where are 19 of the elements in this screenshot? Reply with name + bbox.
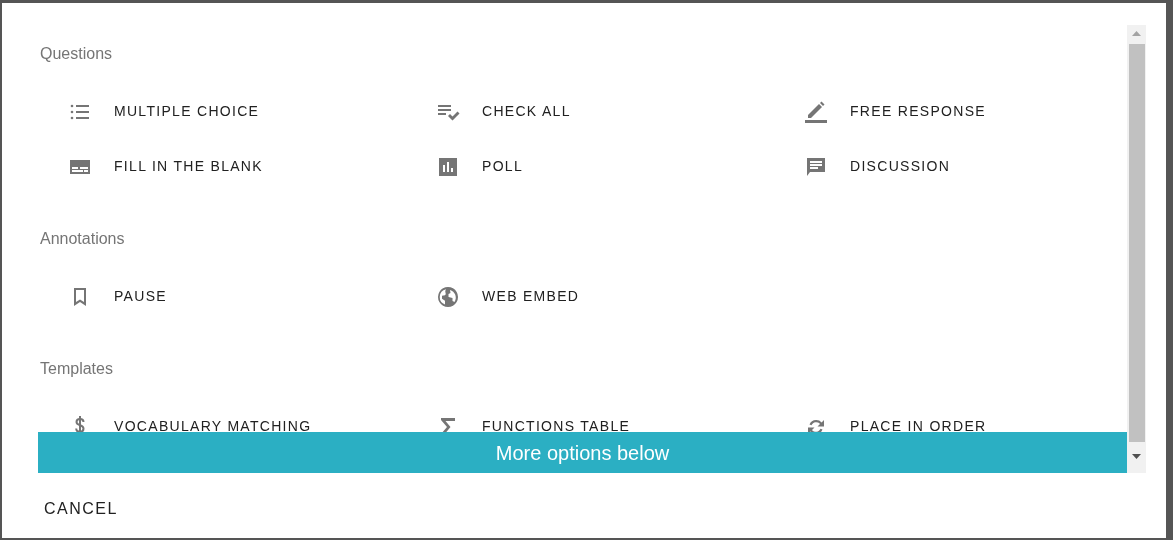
menu-item[interactable]: CHECK ALL	[436, 99, 571, 124]
menu-item[interactable]: FREE RESPONSE	[804, 99, 986, 124]
more-options-toast: More options below	[38, 432, 1127, 473]
pencil-icon	[804, 99, 828, 124]
section-heading: Annotations	[39, 229, 125, 249]
menu-item[interactable]: POLL	[436, 154, 523, 179]
scroll-up-arrow-icon[interactable]	[1132, 31, 1141, 36]
menu-item[interactable]: PAUSE	[68, 284, 167, 309]
menu-item[interactable]: WEB EMBED	[436, 284, 580, 309]
menu-item[interactable]: MULTIPLE CHOICE	[68, 99, 260, 124]
cancel-button[interactable]: CANCEL	[36, 493, 126, 525]
scrollbar[interactable]	[1127, 25, 1146, 473]
globe-icon	[436, 284, 460, 309]
scrollbar-thumb[interactable]	[1128, 44, 1145, 442]
section-heading: Templates	[39, 359, 113, 379]
menu-item[interactable]: DISCUSSION	[804, 154, 951, 179]
menu-item[interactable]: FILL IN THE BLANK	[68, 154, 263, 179]
section-heading: Questions	[39, 44, 113, 64]
scroll-down-arrow-icon[interactable]	[1132, 454, 1141, 459]
